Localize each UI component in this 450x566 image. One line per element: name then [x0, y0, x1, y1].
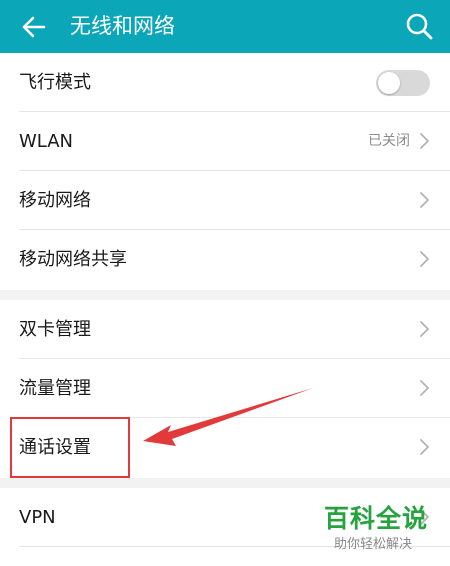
row-wlan[interactable]: WLAN 已关闭 — [0, 112, 450, 171]
row-label: WLAN — [19, 131, 74, 152]
row-label: 流量管理 — [19, 378, 91, 399]
toggle-knob — [378, 72, 400, 94]
wlan-status: 已关闭 — [368, 133, 410, 149]
watermark-sub-text: 助你轻松解决 — [334, 537, 413, 552]
app-bar: 无线和网络 — [0, 0, 450, 53]
row-data-usage[interactable]: 流量管理 — [0, 359, 450, 418]
chevron-right-icon — [420, 321, 429, 337]
airplane-mode-toggle[interactable] — [376, 70, 430, 96]
row-label: 移动网络 — [19, 190, 91, 211]
highlight-box — [10, 417, 130, 478]
row-label: 飞行模式 — [19, 72, 91, 93]
chevron-right-icon — [420, 192, 429, 208]
row-tethering[interactable]: 移动网络共享 — [0, 230, 450, 289]
chevron-right-icon — [420, 133, 429, 149]
chevron-right-icon — [420, 439, 429, 455]
row-label: 双卡管理 — [19, 319, 91, 340]
chevron-right-icon — [420, 251, 429, 267]
arrow-left-icon[interactable] — [18, 11, 50, 43]
chevron-right-icon — [420, 380, 429, 396]
row-dual-sim[interactable]: 双卡管理 — [0, 300, 450, 359]
page-title: 无线和网络 — [70, 14, 175, 38]
row-mobile-network[interactable]: 移动网络 — [0, 171, 450, 230]
watermark-logo: 百科全说 助你轻松解决 — [322, 503, 442, 559]
settings-group-network: 飞行模式 WLAN 已关闭 移动网络 移动网络共享 — [0, 53, 450, 290]
watermark-main-text: 百科全说 — [324, 504, 429, 533]
row-label: VPN — [19, 507, 56, 528]
row-label: 移动网络共享 — [19, 249, 127, 270]
row-airplane-mode[interactable]: 飞行模式 — [0, 53, 450, 112]
search-icon[interactable] — [402, 9, 436, 43]
